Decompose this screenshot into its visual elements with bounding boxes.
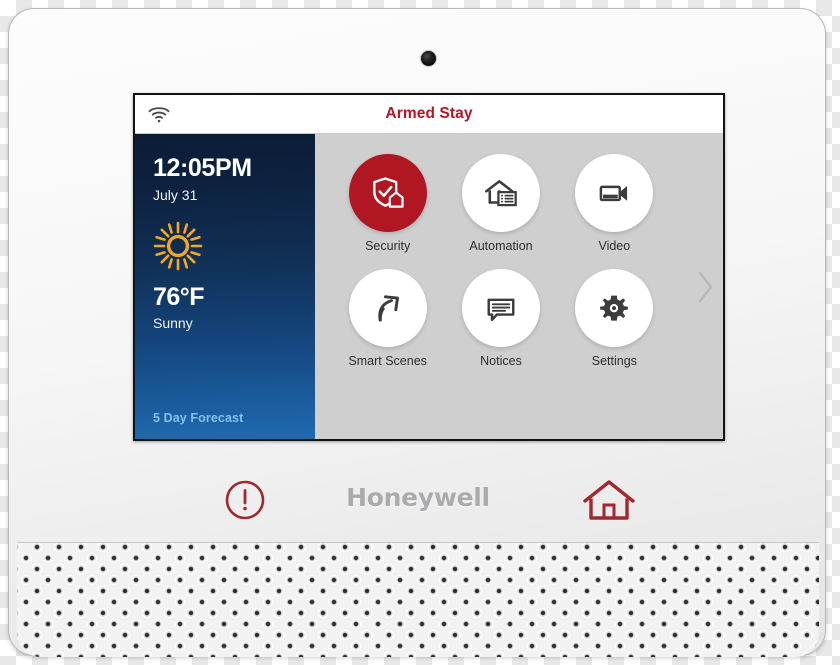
tile-video-circle[interactable] (575, 154, 654, 232)
tile-automation-label: Automation (469, 239, 533, 253)
tile-security-circle[interactable] (348, 154, 427, 232)
tile-grid: Security Automation Video Smart Scenes N… (331, 154, 671, 368)
speech-bubble-icon (487, 298, 515, 322)
camera-lens (421, 51, 436, 66)
wifi-icon[interactable] (147, 104, 171, 124)
shield-check-home-icon (372, 177, 404, 208)
tile-notices-circle[interactable] (461, 269, 540, 347)
clock-time: 12:05PM (153, 154, 252, 182)
tile-video-label: Video (598, 239, 631, 253)
curved-arrow-icon (378, 295, 399, 322)
tile-settings-label: Settings (591, 354, 637, 368)
video-camera-icon (600, 185, 628, 202)
tile-settings-circle[interactable] (575, 269, 654, 347)
tile-security[interactable]: Security (348, 154, 427, 253)
armed-status-text: Armed Stay (385, 105, 473, 122)
house-list-icon (485, 180, 517, 207)
weather-condition: Sunny (153, 315, 193, 331)
tile-settings[interactable]: Settings (575, 269, 654, 368)
screen-body: 12:05PM July 31 76°F Sunny 5 Day Forecas… (135, 134, 723, 439)
chevron-right-icon[interactable] (695, 270, 715, 304)
tile-automation-circle[interactable] (461, 154, 540, 232)
sun-icon (153, 221, 203, 271)
honeywell-logo: Honeywell (346, 483, 490, 512)
screen-bezel: Armed Stay 12:05PM July 31 76°F Sunny 5 … (133, 93, 725, 441)
tile-video[interactable]: Video (575, 154, 654, 253)
tile-smart-scenes-circle[interactable] (348, 269, 427, 347)
clock-date: July 31 (153, 187, 198, 203)
speaker-grille (17, 542, 819, 657)
security-panel-device: Armed Stay 12:05PM July 31 76°F Sunny 5 … (8, 8, 826, 657)
tile-security-label: Security (365, 239, 411, 253)
tile-automation[interactable]: Automation (461, 154, 540, 253)
touchscreen: Armed Stay 12:05PM July 31 76°F Sunny 5 … (135, 95, 723, 439)
tile-smart-scenes-label: Smart Scenes (348, 354, 427, 368)
status-bar: Armed Stay (135, 95, 723, 134)
home-button[interactable] (581, 477, 637, 523)
tile-area: Security Automation Video Smart Scenes N… (315, 134, 723, 439)
tile-notices-label: Notices (480, 354, 522, 368)
tile-notices[interactable]: Notices (461, 269, 540, 368)
five-day-forecast-link[interactable]: 5 Day Forecast (153, 411, 243, 425)
weather-panel[interactable]: 12:05PM July 31 76°F Sunny 5 Day Forecas… (135, 134, 315, 439)
gear-icon (600, 295, 629, 321)
home-icon (583, 480, 635, 520)
tile-smart-scenes[interactable]: Smart Scenes (348, 269, 427, 368)
temperature-value: 76°F (153, 283, 205, 311)
